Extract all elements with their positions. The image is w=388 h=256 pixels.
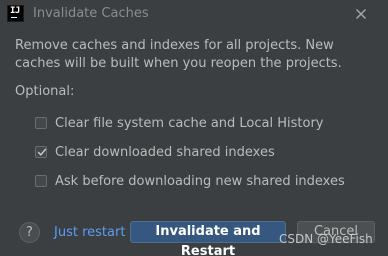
optional-label: Optional:	[15, 84, 75, 99]
button-label-suffix: estart	[190, 244, 236, 256]
checkmark-icon	[37, 148, 47, 156]
option-label: Clear downloaded shared indexes	[55, 144, 275, 160]
option-label: Ask before downloading new shared indexe…	[55, 173, 345, 189]
invalidate-and-restart-button[interactable]: Invalidate and Restart	[130, 221, 286, 256]
button-label-prefix: Invalidate and	[155, 224, 261, 239]
just-restart-link[interactable]: Just restart	[54, 225, 125, 240]
checkbox-clear-filesystem-cache[interactable]	[35, 117, 47, 129]
title-bar: IJ Invalidate Caches	[0, 0, 388, 30]
option-clear-shared-indexes[interactable]: Clear downloaded shared indexes	[35, 143, 275, 161]
app-icon-underline	[11, 17, 17, 18]
button-label-mnemonic: R	[180, 244, 191, 256]
app-icon-text: IJ	[10, 6, 20, 16]
checkbox-clear-shared-indexes[interactable]	[35, 146, 47, 158]
option-ask-before-download[interactable]: Ask before downloading new shared indexe…	[35, 172, 345, 190]
invalidate-caches-dialog: IJ Invalidate Caches Remove caches and i…	[0, 0, 388, 256]
help-button[interactable]: ?	[19, 222, 40, 243]
close-icon[interactable]	[353, 6, 369, 22]
dialog-description: Remove caches and indexes for all projec…	[15, 38, 342, 71]
window-title: Invalidate Caches	[33, 6, 149, 21]
option-label: Clear file system cache and Local Histor…	[55, 115, 324, 131]
intellij-idea-icon: IJ	[7, 5, 24, 22]
checkbox-ask-before-download[interactable]	[35, 175, 47, 187]
option-clear-filesystem-cache[interactable]: Clear file system cache and Local Histor…	[35, 114, 324, 132]
watermark: CSDN @YeeFish	[279, 232, 373, 246]
